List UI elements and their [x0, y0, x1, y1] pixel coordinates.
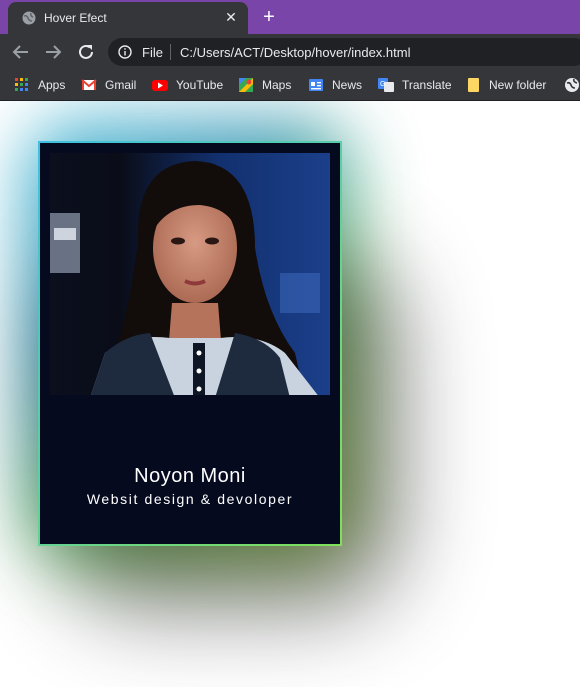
- bookmarks-bar: Apps Gmail YouTube Maps News G Translate…: [0, 70, 580, 101]
- maps-icon: [239, 78, 253, 92]
- apps-grid-icon: [15, 78, 28, 91]
- profile-role: Websit design & devoloper: [86, 491, 294, 507]
- forward-arrow-icon[interactable]: [42, 41, 64, 63]
- bookmark-label: New folder: [489, 78, 547, 92]
- bookmark-maps[interactable]: Maps: [238, 76, 291, 94]
- portrait-image: [50, 153, 330, 398]
- reload-icon[interactable]: [75, 41, 97, 63]
- url-text[interactable]: C:/Users/ACT/Desktop/hover/index.html: [180, 45, 410, 60]
- address-bar[interactable]: File C:/Users/ACT/Desktop/hover/index.ht…: [108, 38, 580, 66]
- globe-icon[interactable]: [564, 77, 580, 93]
- gmail-icon: [81, 79, 97, 90]
- tab-strip: Hover Efect ✕ +: [0, 0, 580, 34]
- bookmark-label: News: [332, 78, 363, 92]
- bookmark-apps[interactable]: Apps: [14, 76, 65, 94]
- divider: [170, 44, 171, 60]
- tab-title: Hover Efect: [44, 11, 107, 25]
- news-icon: [309, 79, 323, 91]
- folder-icon: [468, 78, 479, 92]
- svg-text:G: G: [380, 81, 385, 88]
- bookmark-label: Gmail: [105, 78, 137, 92]
- bookmark-youtube[interactable]: YouTube: [152, 76, 223, 94]
- globe-icon: [22, 11, 36, 25]
- bookmark-new-folder[interactable]: New folder: [465, 76, 546, 94]
- active-tab[interactable]: Hover Efect ✕: [8, 2, 248, 34]
- page-content: Noyon Moni Websit design & devoloper: [0, 101, 580, 687]
- translate-icon: G: [378, 78, 394, 92]
- back-arrow-icon[interactable]: [10, 41, 32, 63]
- info-icon[interactable]: [118, 45, 132, 59]
- profile-card[interactable]: Noyon Moni Websit design & devoloper: [38, 141, 342, 546]
- close-tab-icon[interactable]: ✕: [223, 9, 239, 25]
- bookmark-news[interactable]: News: [308, 76, 362, 94]
- bookmark-translate[interactable]: G Translate: [378, 76, 452, 94]
- bookmark-label: YouTube: [176, 78, 224, 92]
- scheme-label: File: [142, 45, 163, 60]
- bookmark-gmail[interactable]: Gmail: [81, 76, 136, 94]
- bookmark-label: Maps: [262, 78, 292, 92]
- browser-toolbar: File C:/Users/ACT/Desktop/hover/index.ht…: [0, 34, 580, 70]
- profile-name: Noyon Moni: [134, 465, 246, 487]
- profile-photo: [50, 153, 330, 398]
- bookmark-label: Apps: [38, 78, 66, 92]
- bookmark-label: Translate: [402, 78, 452, 92]
- youtube-icon: [152, 80, 168, 91]
- new-tab-button[interactable]: +: [258, 6, 280, 28]
